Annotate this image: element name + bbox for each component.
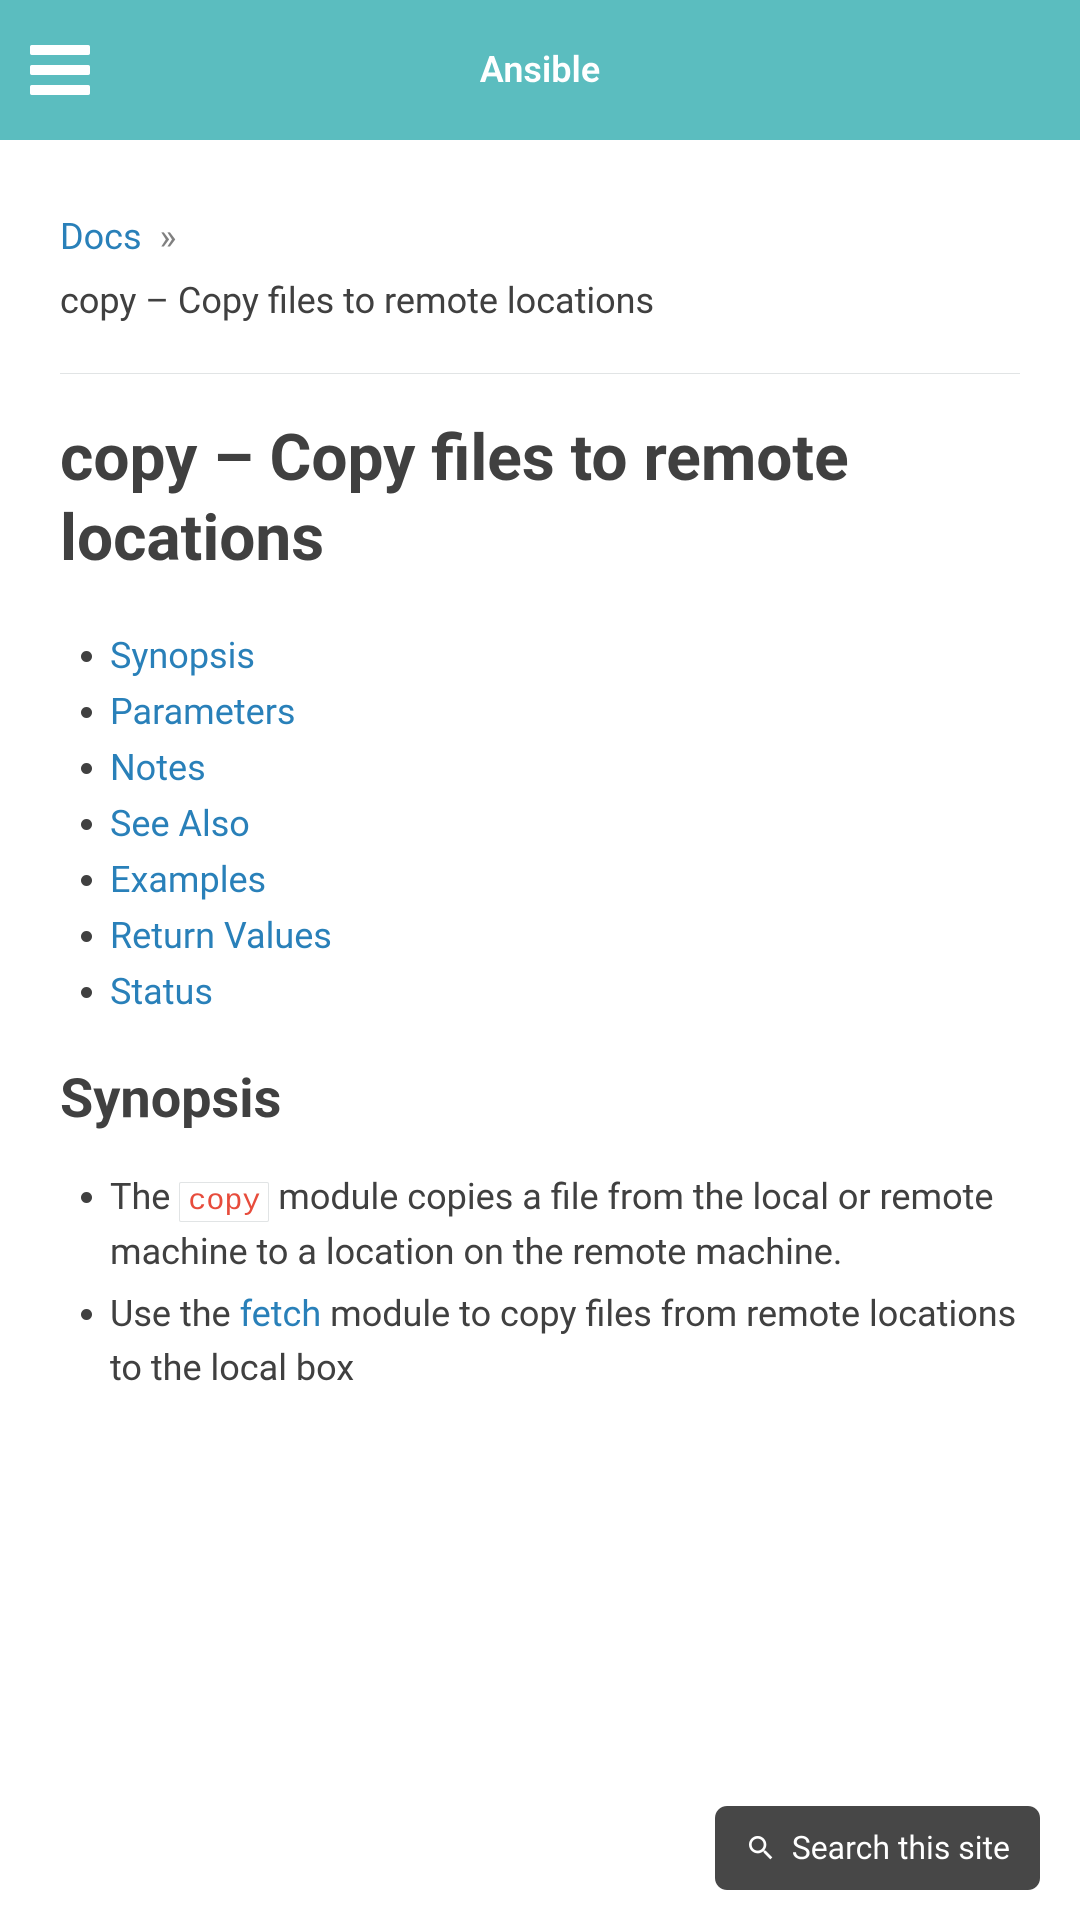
fetch-link[interactable]: fetch: [240, 1293, 322, 1335]
toc-link-notes[interactable]: Notes: [110, 747, 206, 789]
header-title: Ansible: [480, 43, 601, 97]
toc-item: Return Values: [110, 909, 1020, 963]
toc-link-parameters[interactable]: Parameters: [110, 691, 295, 733]
toc-item: See Also: [110, 797, 1020, 851]
toc-link-returnvalues[interactable]: Return Values: [110, 915, 332, 957]
code-copy: copy: [179, 1182, 269, 1222]
page-title: copy – Copy files to remote locations: [60, 419, 1020, 579]
breadcrumb-current: copy – Copy files to remote locations: [60, 274, 1020, 328]
toc-item: Synopsis: [110, 629, 1020, 683]
breadcrumb: Docs »: [60, 210, 1020, 264]
toc-link-synopsis[interactable]: Synopsis: [110, 635, 255, 677]
toc-item: Examples: [110, 853, 1020, 907]
synopsis-list: The copy module copies a file from the l…: [60, 1170, 1020, 1395]
search-icon: [745, 1832, 777, 1864]
search-button[interactable]: Search this site: [715, 1806, 1040, 1890]
toc-link-seealso[interactable]: See Also: [110, 803, 250, 845]
toc-item: Parameters: [110, 685, 1020, 739]
main-content: Docs » copy – Copy files to remote locat…: [0, 140, 1080, 1603]
toc-link-examples[interactable]: Examples: [110, 859, 266, 901]
top-header: Ansible: [0, 0, 1080, 140]
divider: [60, 373, 1020, 374]
synopsis-item: The copy module copies a file from the l…: [110, 1170, 1020, 1279]
toc-item: Status: [110, 965, 1020, 1019]
toc-item: Notes: [110, 741, 1020, 795]
synopsis-heading: Synopsis: [60, 1059, 1020, 1140]
breadcrumb-separator: »: [160, 216, 177, 258]
synopsis-text: Use the: [110, 1293, 240, 1335]
synopsis-text: The: [110, 1176, 179, 1218]
hamburger-menu-icon[interactable]: [30, 45, 90, 95]
breadcrumb-docs-link[interactable]: Docs: [60, 216, 142, 258]
toc-link-status[interactable]: Status: [110, 971, 213, 1013]
table-of-contents: Synopsis Parameters Notes See Also Examp…: [60, 629, 1020, 1019]
synopsis-item: Use the fetch module to copy files from …: [110, 1287, 1020, 1395]
search-label: Search this site: [792, 1824, 1010, 1872]
